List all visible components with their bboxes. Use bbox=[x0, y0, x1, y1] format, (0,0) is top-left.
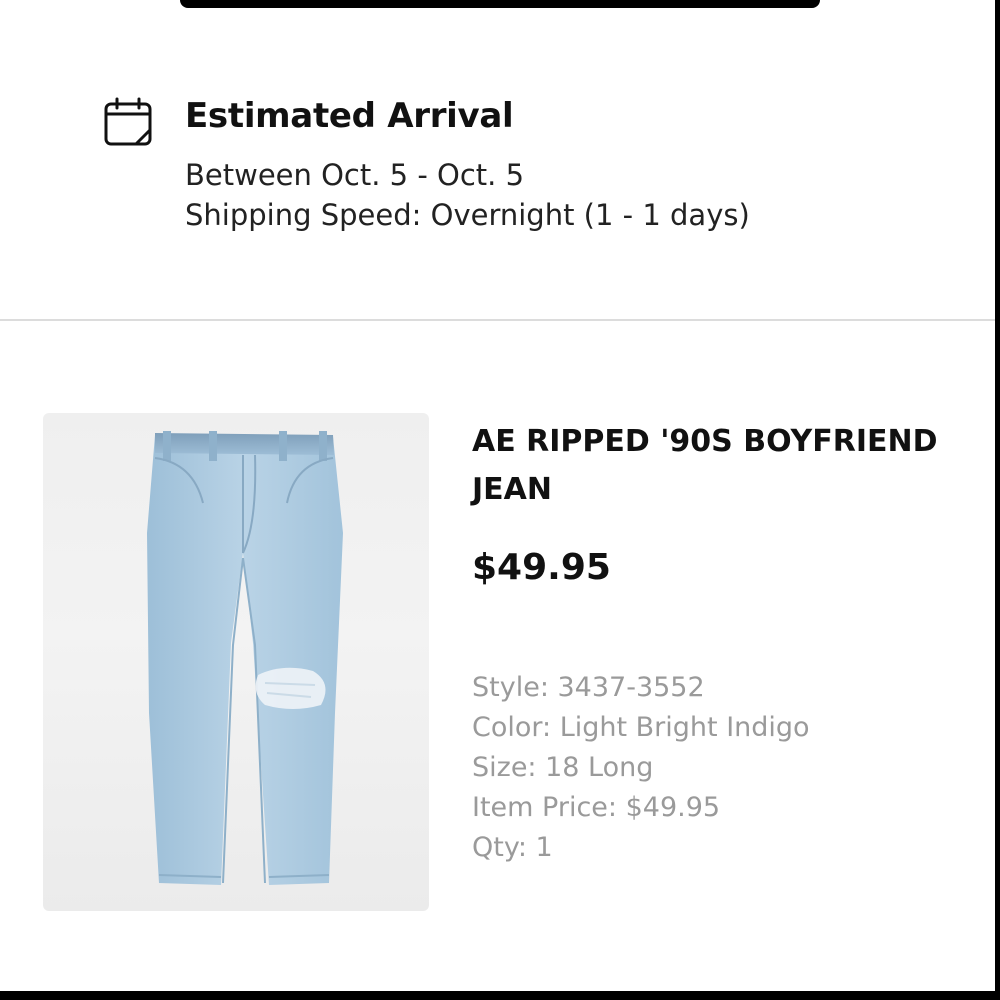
estimated-arrival-section: Estimated Arrival Between Oct. 5 - Oct. … bbox=[0, 0, 1000, 320]
section-divider bbox=[0, 319, 1000, 321]
product-name[interactable]: AE RIPPED '90S BOYFRIEND JEAN bbox=[472, 418, 972, 514]
arrival-date-range: Between Oct. 5 - Oct. 5 bbox=[185, 158, 525, 192]
product-price: $49.95 bbox=[472, 547, 611, 588]
detail-style: Style: 3437-3552 bbox=[472, 672, 705, 703]
calendar-icon bbox=[104, 97, 152, 146]
detail-item-price: Item Price: $49.95 bbox=[472, 792, 721, 823]
jeans-image bbox=[147, 431, 343, 885]
product-details: Style: 3437-3552 Color: Light Bright Ind… bbox=[472, 668, 810, 868]
product-image[interactable] bbox=[43, 413, 429, 911]
device-bottom-edge bbox=[0, 991, 1000, 1000]
order-screen: Estimated Arrival Between Oct. 5 - Oct. … bbox=[0, 0, 1000, 1000]
detail-color: Color: Light Bright Indigo bbox=[472, 712, 810, 743]
detail-qty: Qty: 1 bbox=[472, 832, 553, 863]
estimated-arrival-title: Estimated Arrival bbox=[185, 96, 514, 136]
device-edge bbox=[995, 0, 1000, 1000]
detail-size: Size: 18 Long bbox=[472, 752, 654, 783]
shipping-speed: Shipping Speed: Overnight (1 - 1 days) bbox=[185, 198, 750, 232]
